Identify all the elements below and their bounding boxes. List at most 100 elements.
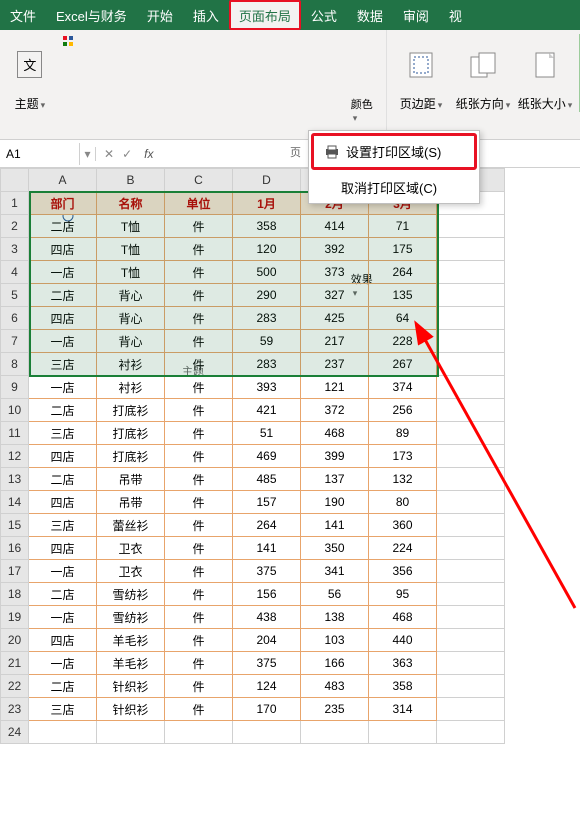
cell[interactable]: 四店 [29,537,97,560]
cell[interactable]: 件 [165,606,233,629]
cell[interactable]: 440 [369,629,437,652]
cell[interactable]: 件 [165,399,233,422]
cell[interactable]: 327 [301,284,369,307]
cell[interactable]: 一店 [29,560,97,583]
cell[interactable] [437,215,505,238]
cell[interactable]: 衬衫 [97,376,165,399]
cell[interactable]: 80 [369,491,437,514]
row-header-10[interactable]: 10 [1,399,29,422]
cell[interactable]: 414 [301,215,369,238]
cell[interactable]: 392 [301,238,369,261]
row-header-19[interactable]: 19 [1,606,29,629]
cell[interactable]: 件 [165,238,233,261]
cell[interactable]: 件 [165,583,233,606]
cell[interactable]: 267 [369,353,437,376]
row-header-6[interactable]: 6 [1,307,29,330]
cell[interactable]: 件 [165,629,233,652]
cell[interactable]: 三店 [29,698,97,721]
cell[interactable]: 256 [369,399,437,422]
cell[interactable]: 264 [233,514,301,537]
cell[interactable]: T恤 [97,238,165,261]
cell[interactable]: 399 [301,445,369,468]
cell[interactable]: 二店 [29,284,97,307]
cell[interactable] [233,721,301,744]
cell[interactable]: 件 [165,675,233,698]
cell[interactable]: 四店 [29,445,97,468]
row-header-16[interactable]: 16 [1,537,29,560]
cell[interactable]: 121 [301,376,369,399]
cell[interactable]: 235 [301,698,369,721]
tab-0[interactable]: 文件 [0,0,46,30]
cell[interactable]: 228 [369,330,437,353]
cell[interactable]: 件 [165,261,233,284]
select-all-corner[interactable] [1,169,29,192]
cell[interactable]: 141 [233,537,301,560]
cell[interactable]: 件 [165,652,233,675]
cell[interactable] [437,468,505,491]
cell[interactable]: 137 [301,468,369,491]
row-header-9[interactable]: 9 [1,376,29,399]
cell[interactable]: 打底衫 [97,422,165,445]
cell[interactable]: 四店 [29,238,97,261]
cell[interactable] [437,537,505,560]
cell[interactable] [437,583,505,606]
row-header-13[interactable]: 13 [1,468,29,491]
cell[interactable]: 件 [165,422,233,445]
cell[interactable]: 132 [369,468,437,491]
tab-6[interactable]: 数据 [347,0,393,30]
row-header-1[interactable]: 1 [1,192,29,215]
cell[interactable]: 51 [233,422,301,445]
tab-7[interactable]: 审阅 [393,0,439,30]
fx-icon[interactable]: fx [140,147,157,161]
orientation-button[interactable]: 纸张方向 [455,34,511,112]
cell[interactable]: 485 [233,468,301,491]
cell[interactable]: 157 [233,491,301,514]
cell[interactable]: 卫衣 [97,560,165,583]
cell[interactable]: 件 [165,353,233,376]
cell[interactable]: 卫衣 [97,537,165,560]
cell[interactable]: 375 [233,652,301,675]
cell[interactable]: 单位 [165,192,233,215]
cell[interactable]: 件 [165,537,233,560]
cell[interactable]: 103 [301,629,369,652]
cell[interactable]: 373 [301,261,369,284]
cancel-icon[interactable]: ✕ [104,147,114,161]
cell[interactable]: 173 [369,445,437,468]
cell[interactable] [437,560,505,583]
cell[interactable] [437,261,505,284]
row-header-2[interactable]: 2 [1,215,29,238]
cell[interactable]: 三店 [29,353,97,376]
cell[interactable]: T恤 [97,215,165,238]
cell[interactable]: 166 [301,652,369,675]
tab-5[interactable]: 公式 [301,0,347,30]
cell[interactable]: 237 [301,353,369,376]
cell[interactable]: 四店 [29,491,97,514]
cell[interactable] [437,675,505,698]
name-box-dropdown[interactable]: ▾ [80,147,96,161]
cell[interactable] [437,606,505,629]
cell[interactable]: 件 [165,376,233,399]
cell[interactable]: 件 [165,491,233,514]
cell[interactable]: 350 [301,537,369,560]
cell[interactable] [437,422,505,445]
row-header-23[interactable]: 23 [1,698,29,721]
row-header-22[interactable]: 22 [1,675,29,698]
cell[interactable]: 背心 [97,330,165,353]
cell[interactable] [437,698,505,721]
tab-2[interactable]: 开始 [137,0,183,30]
row-header-20[interactable]: 20 [1,629,29,652]
tab-4[interactable]: 页面布局 [229,0,301,30]
row-header-8[interactable]: 8 [1,353,29,376]
cell[interactable] [437,652,505,675]
cell[interactable]: 二店 [29,399,97,422]
cell[interactable]: 500 [233,261,301,284]
cell[interactable]: 二店 [29,583,97,606]
cell[interactable]: 部门 [29,192,97,215]
cell[interactable]: 156 [233,583,301,606]
cell[interactable]: 190 [301,491,369,514]
cell[interactable] [437,307,505,330]
cell[interactable]: 141 [301,514,369,537]
cell[interactable]: 358 [233,215,301,238]
cell[interactable]: 件 [165,445,233,468]
cell[interactable]: 393 [233,376,301,399]
